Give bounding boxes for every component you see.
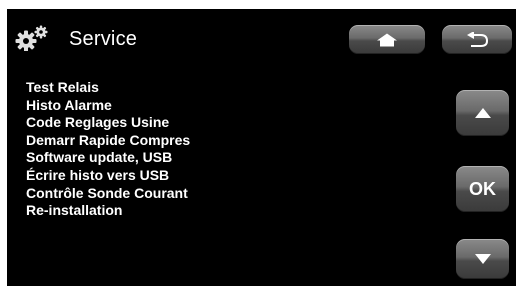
menu-item-code-reglages-usine[interactable]: Code Reglages Usine — [26, 114, 190, 132]
triangle-down-icon — [474, 254, 491, 264]
back-arrow-icon — [467, 31, 489, 47]
scroll-up-button[interactable] — [456, 90, 509, 136]
home-icon — [377, 33, 397, 46]
gears-icon — [15, 25, 48, 51]
home-button[interactable] — [349, 25, 425, 54]
menu-item-re-installation[interactable]: Re-installation — [26, 202, 190, 220]
header-bar: Service — [7, 9, 516, 67]
menu-item-demarr-rapide-compres[interactable]: Demarr Rapide Compres — [26, 132, 190, 150]
service-menu: Test Relais Histo Alarme Code Reglages U… — [26, 79, 190, 220]
ok-label: OK — [469, 179, 496, 199]
menu-item-test-relais[interactable]: Test Relais — [26, 79, 190, 97]
triangle-up-icon — [474, 108, 491, 118]
back-button[interactable] — [442, 25, 512, 54]
ok-button[interactable]: OK — [456, 166, 509, 212]
menu-item-software-update-usb[interactable]: Software update, USB — [26, 149, 190, 167]
page-title: Service — [69, 28, 138, 50]
menu-item-controle-sonde-courant[interactable]: Contrôle Sonde Courant — [26, 185, 190, 203]
menu-item-histo-alarme[interactable]: Histo Alarme — [26, 97, 190, 115]
scroll-down-button[interactable] — [456, 239, 509, 279]
service-screen: Service Test Relais Histo Alarme Code Re… — [7, 9, 516, 286]
menu-item-ecrire-histo-usb[interactable]: Écrire histo vers USB — [26, 167, 190, 185]
